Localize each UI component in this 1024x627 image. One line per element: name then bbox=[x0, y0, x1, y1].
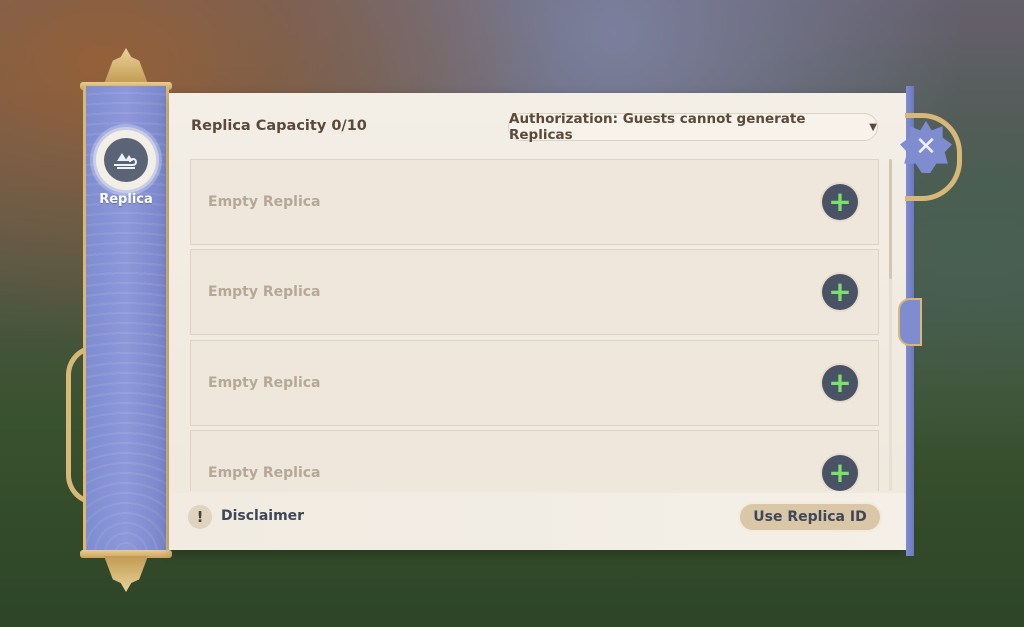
replica-slot: Empty Replica + bbox=[190, 159, 879, 245]
replica-capacity: Replica Capacity 0/10 bbox=[191, 118, 367, 134]
slot-label: Empty Replica bbox=[208, 465, 321, 481]
add-replica-button[interactable]: + bbox=[822, 455, 858, 491]
replica-list: Empty Replica + Empty Replica + Empty Re… bbox=[190, 159, 879, 491]
add-replica-button[interactable]: + bbox=[822, 365, 858, 401]
replica-slot: Empty Replica + bbox=[190, 430, 879, 491]
caret-down-icon: ▼ bbox=[869, 121, 877, 133]
use-replica-id-button[interactable]: Use Replica ID bbox=[738, 502, 882, 532]
exclamation-icon[interactable]: ! bbox=[188, 505, 212, 529]
plus-icon: + bbox=[828, 366, 852, 399]
slot-label: Empty Replica bbox=[208, 194, 321, 210]
list-scrollbar[interactable] bbox=[889, 159, 892, 491]
close-icon: ✕ bbox=[915, 132, 937, 162]
add-replica-button[interactable]: + bbox=[822, 184, 858, 220]
sidebar-label: Replica bbox=[99, 192, 153, 207]
plus-icon: + bbox=[828, 185, 852, 218]
slot-label: Empty Replica bbox=[208, 284, 321, 300]
scroll-side-tab bbox=[898, 298, 922, 346]
plus-icon: + bbox=[828, 456, 852, 489]
replica-emblem-icon bbox=[104, 138, 148, 182]
authorization-dropdown[interactable]: Authorization: Guests cannot generate Re… bbox=[508, 111, 878, 143]
slot-label: Empty Replica bbox=[208, 375, 321, 391]
authorization-label: Authorization: Guests cannot generate Re… bbox=[509, 111, 806, 143]
disclaimer-link[interactable]: Disclaimer bbox=[221, 508, 304, 524]
replica-tab[interactable] bbox=[96, 130, 156, 190]
replica-slot: Empty Replica + bbox=[190, 340, 879, 426]
plus-icon: + bbox=[828, 275, 852, 308]
scrollbar-thumb[interactable] bbox=[889, 159, 892, 279]
replica-slot: Empty Replica + bbox=[190, 249, 879, 335]
add-replica-button[interactable]: + bbox=[822, 274, 858, 310]
